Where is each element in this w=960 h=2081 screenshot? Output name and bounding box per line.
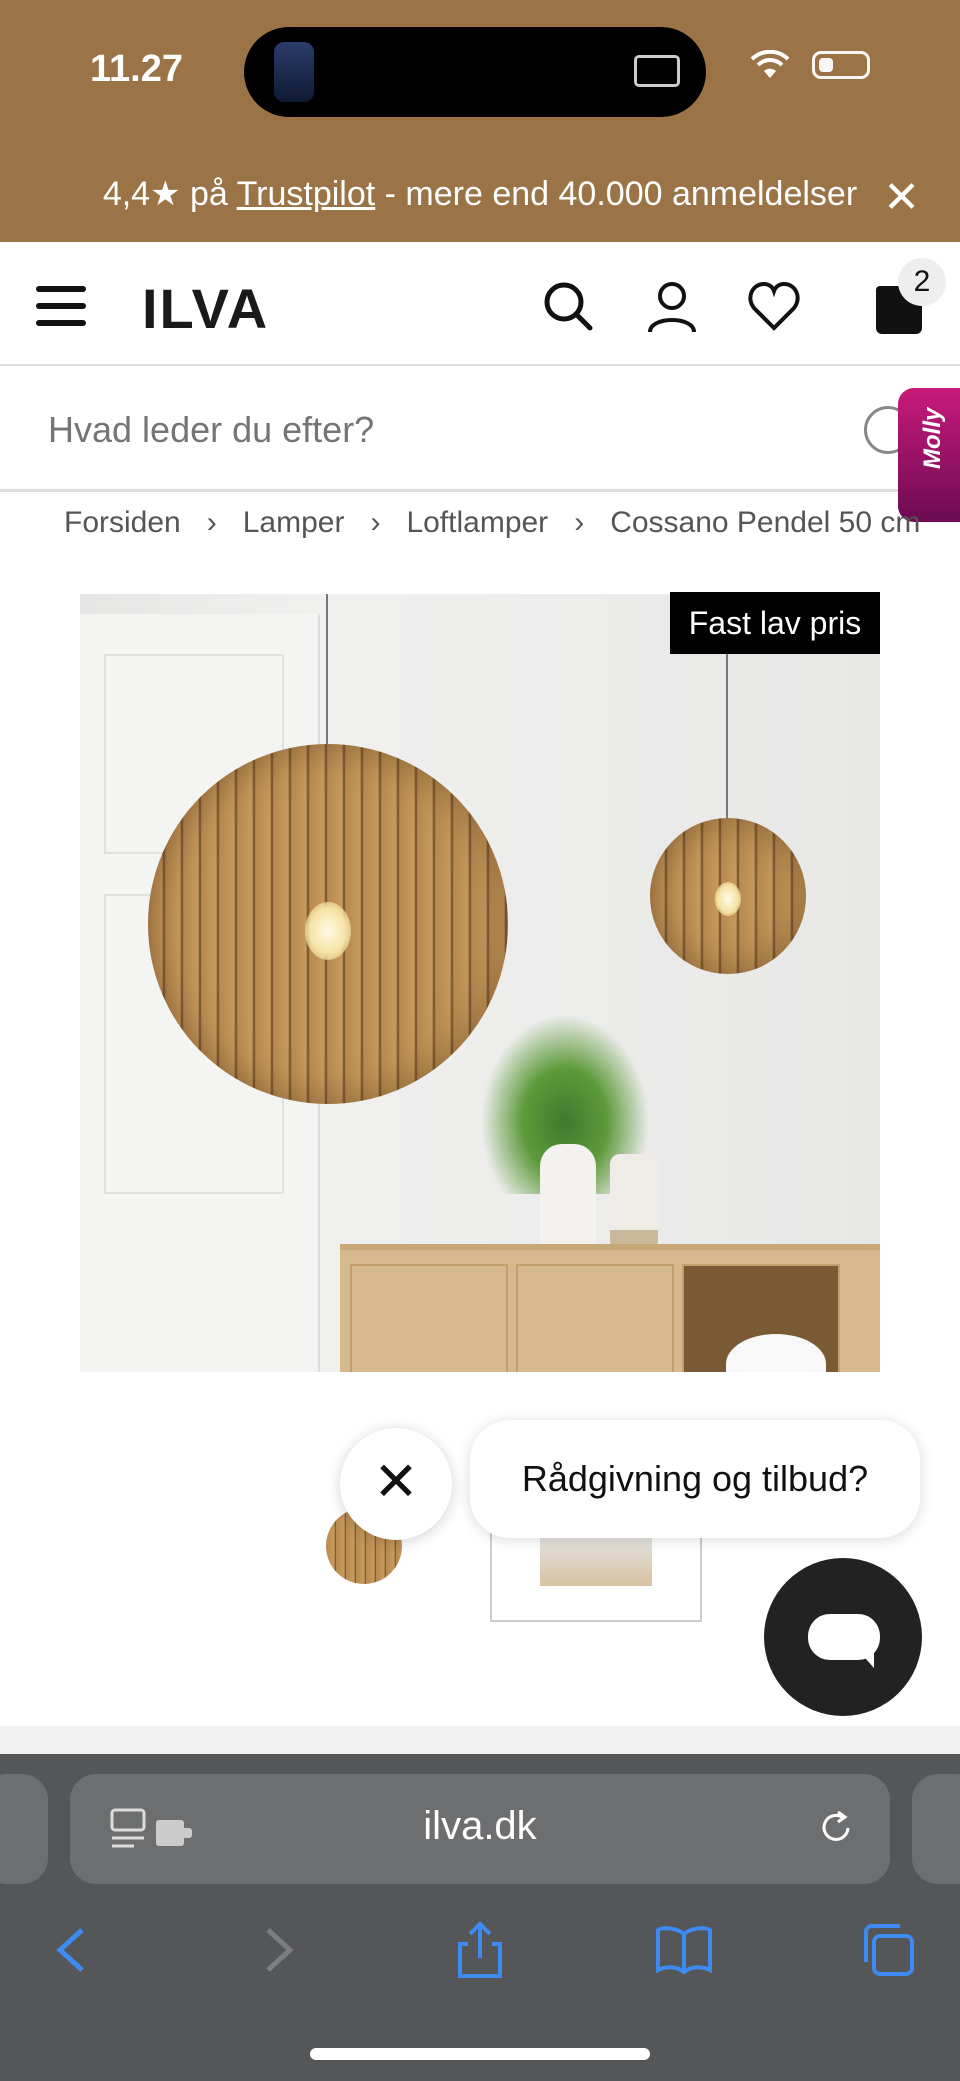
screen-mirroring-icon [634, 55, 680, 87]
heart-icon[interactable] [746, 278, 802, 334]
breadcrumb: Forsiden › Lamper › Loftlamper › Cossano… [64, 506, 920, 540]
trustpilot-text: 4,4★ på Trustpilot - mere end 40.000 anm… [0, 174, 960, 214]
pendant-lamp-large [148, 744, 508, 1104]
forward-icon [266, 1928, 294, 1972]
now-playing-thumbnail [274, 42, 314, 102]
search-bar [0, 368, 960, 492]
pendant-lamp-small [650, 818, 806, 974]
breadcrumb-current: Cossano Pendel 50 cm [610, 506, 921, 539]
status-bar: 11.27 [0, 0, 960, 160]
image-vase [610, 1154, 658, 1250]
breadcrumb-separator: › [574, 506, 585, 539]
url-text: ilva.dk [423, 1804, 537, 1848]
back-icon[interactable] [42, 1920, 102, 1980]
status-time: 11.27 [90, 48, 183, 90]
search-icon[interactable] [540, 278, 596, 334]
bookmarks-icon[interactable] [654, 1920, 714, 1980]
status-indicators [750, 50, 870, 80]
trustpilot-suffix: - mere end 40.000 anmeldelser [375, 175, 858, 213]
banner-close-icon[interactable]: ✕ [883, 172, 920, 223]
chat-close-icon[interactable]: ✕ [340, 1428, 452, 1540]
site-header: ILVA [0, 242, 960, 366]
ilva-logo[interactable]: ILVA [142, 276, 269, 341]
tabs-icon[interactable] [858, 1920, 918, 1980]
price-badge: Fast lav pris [670, 592, 880, 654]
page-bottom-band [0, 1726, 960, 1756]
molly-label: Molly [919, 407, 946, 469]
battery-icon [812, 51, 870, 79]
search-input[interactable] [48, 398, 828, 462]
previous-tab-edge[interactable] [0, 1774, 48, 1884]
browser-toolbar [0, 1914, 960, 1994]
lamp-cord [726, 654, 728, 824]
breadcrumb-separator: › [370, 506, 381, 539]
reload-icon[interactable] [816, 1808, 856, 1848]
menu-icon[interactable] [36, 286, 86, 326]
wifi-icon [750, 50, 790, 78]
chat-button[interactable] [764, 1558, 922, 1716]
trustpilot-link[interactable]: Trustpilot [237, 175, 376, 213]
breadcrumb-separator: › [206, 506, 217, 539]
molly-assistant-tab[interactable]: Molly [898, 388, 960, 522]
account-icon[interactable] [644, 278, 700, 334]
share-icon[interactable] [450, 1920, 510, 1980]
lamp-cord [326, 594, 328, 744]
trustpilot-banner: 4,4★ på Trustpilot - mere end 40.000 anm… [0, 160, 960, 242]
browser-chrome: ilva.dk [0, 1754, 960, 2081]
cart-count-badge: 2 [898, 258, 946, 306]
next-tab-edge[interactable] [912, 1774, 960, 1884]
breadcrumb-item[interactable]: Loftlamper [406, 506, 548, 540]
breadcrumb-item[interactable]: Lamper [243, 506, 345, 540]
chat-prompt-bubble[interactable]: Rådgivning og tilbud? [470, 1420, 920, 1538]
address-bar[interactable]: ilva.dk [70, 1774, 890, 1884]
home-indicator [310, 2048, 650, 2060]
product-image[interactable] [80, 594, 880, 1372]
breadcrumb-item[interactable]: Forsiden [64, 506, 181, 540]
dynamic-island [244, 27, 706, 117]
image-vase [540, 1144, 596, 1254]
trustpilot-prefix: 4,4★ på [102, 175, 237, 213]
